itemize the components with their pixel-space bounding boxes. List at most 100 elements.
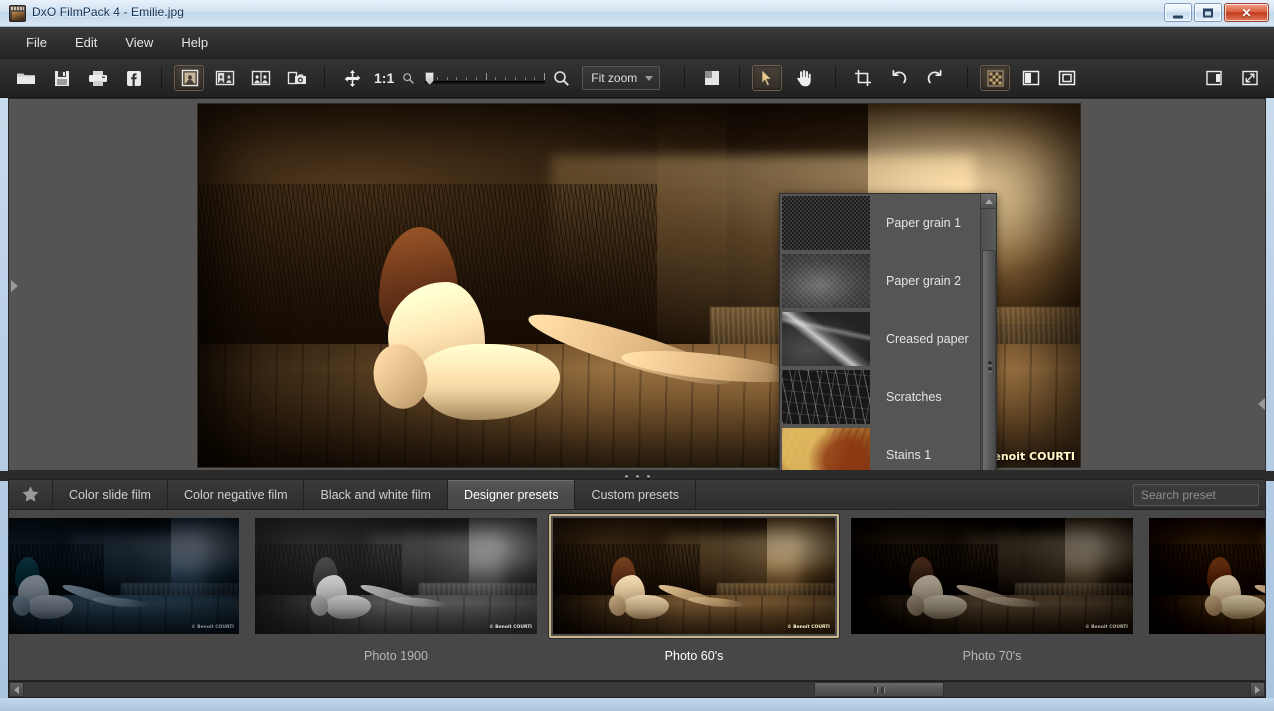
image-viewer[interactable]: © Benoit COURTI Paper grain 1 Paper grai… xyxy=(8,98,1266,471)
side-by-side-view-button[interactable] xyxy=(246,65,276,91)
preset-horizontal-scrollbar[interactable] xyxy=(8,681,1266,698)
texture-label: Stains 1 xyxy=(886,448,932,462)
texture-thumbnail-paper-grain-1[interactable] xyxy=(782,196,870,250)
preset-thumbnail[interactable]: © Benoit COURTI xyxy=(1149,518,1265,634)
border-button[interactable] xyxy=(1052,65,1082,91)
minimize-button[interactable] xyxy=(1164,3,1192,22)
texture-button[interactable] xyxy=(980,65,1011,91)
toolbar-group-zoom: 1:1 Fit zoom xyxy=(334,65,661,91)
texture-panel-scrollbar[interactable] xyxy=(980,194,996,470)
pointer-tool-button[interactable] xyxy=(752,65,783,91)
search-preset-input[interactable]: Search preset xyxy=(1133,484,1259,506)
texture-label: Creased paper xyxy=(886,332,969,346)
preset-frame[interactable]: © Benoit COURTI xyxy=(1145,514,1265,638)
menu-item-help[interactable]: Help xyxy=(167,30,222,55)
split-view-button[interactable] xyxy=(210,65,240,91)
preset-frame[interactable]: © Benoit COURTI xyxy=(251,514,541,638)
menu-item-edit[interactable]: Edit xyxy=(61,30,111,55)
export-button[interactable] xyxy=(1199,65,1229,91)
preset-thumbnail[interactable]: © Benoit COURTI xyxy=(553,518,835,634)
zoom-slider[interactable] xyxy=(425,68,546,88)
texture-label: Scratches xyxy=(886,390,942,404)
frame-button[interactable] xyxy=(1016,65,1046,91)
toolbar-group-transform xyxy=(845,65,953,91)
toolbar-group-right xyxy=(1196,65,1274,91)
print-button[interactable] xyxy=(83,65,113,91)
close-button[interactable]: ✕ xyxy=(1224,3,1269,22)
scrollbar-track[interactable] xyxy=(24,682,1250,697)
preset-label: Photo 60's xyxy=(664,649,724,663)
preset-thumbnail[interactable]: © Benoit COURTI xyxy=(851,518,1133,634)
right-panel-collapse-toggle[interactable] xyxy=(1256,395,1266,413)
texture-thumbnail-stains-1[interactable] xyxy=(782,428,870,470)
tab-designer-presets[interactable]: Designer presets xyxy=(447,480,576,509)
texture-list-item[interactable]: Creased paper xyxy=(780,310,982,368)
export-panel-icon xyxy=(1206,70,1222,86)
magnifier-small-icon xyxy=(402,72,415,85)
preset-frame[interactable]: © Benoit COURTI xyxy=(9,514,243,638)
texture-thumbnail-paper-grain-2[interactable] xyxy=(782,254,870,308)
rotate-left-button[interactable] xyxy=(884,65,914,91)
viewer-canvas: © Benoit COURTI Paper grain 1 Paper grai… xyxy=(9,99,1265,470)
fullscreen-button[interactable] xyxy=(1235,65,1265,91)
cursor-arrow-icon xyxy=(761,69,773,87)
window-bottom-border xyxy=(0,698,1274,711)
scroll-right-arrow-icon[interactable] xyxy=(1250,682,1265,697)
open-folder-button[interactable] xyxy=(11,65,41,91)
menu-item-file[interactable]: File xyxy=(12,30,61,55)
texture-list-item[interactable]: Paper grain 2 xyxy=(780,252,982,310)
tab-black-and-white-film[interactable]: Black and white film xyxy=(304,480,448,509)
pan-tool-button[interactable] xyxy=(337,65,367,91)
rotate-ccw-icon xyxy=(892,69,907,84)
chevron-left-icon xyxy=(1257,398,1265,410)
preset-watermark: © Benoit COURTI xyxy=(1085,625,1128,630)
toolbar-group-viewmodes xyxy=(171,65,315,91)
rotate-cw-icon xyxy=(927,69,942,84)
preset-item-selected[interactable]: © Benoit COURTI Photo 60's xyxy=(545,514,843,676)
tab-color-slide-film[interactable]: Color slide film xyxy=(53,480,168,509)
tab-color-negative-film[interactable]: Color negative film xyxy=(167,480,305,509)
texture-list: Paper grain 1 Paper grain 2 Creased pape… xyxy=(780,194,982,470)
rotate-right-button[interactable] xyxy=(920,65,950,91)
scroll-up-arrow-icon[interactable] xyxy=(981,194,996,209)
hand-tool-button[interactable] xyxy=(788,65,818,91)
preset-item[interactable]: © Benoit COURTI Poetic xyxy=(1141,514,1265,676)
texture-list-item[interactable]: Scratches xyxy=(780,368,982,426)
crop-tool-button[interactable] xyxy=(848,65,878,91)
texture-label: Paper grain 2 xyxy=(886,274,962,288)
maximize-button[interactable] xyxy=(1194,3,1222,22)
left-panel-collapse-toggle[interactable] xyxy=(9,277,19,295)
tab-custom-presets[interactable]: Custom presets xyxy=(575,480,696,509)
texture-thumbnail-scratches[interactable] xyxy=(782,370,870,424)
single-image-icon xyxy=(181,69,198,86)
preset-frame[interactable]: © Benoit COURTI xyxy=(549,514,839,638)
preset-item[interactable]: © Benoit COURTI Photo 70's xyxy=(843,514,1141,676)
toolbar-separator xyxy=(835,67,837,89)
fit-zoom-dropdown[interactable]: Fit zoom xyxy=(582,66,661,90)
export-panel-icon-button[interactable] xyxy=(697,65,727,91)
texture-list-item[interactable]: Paper grain 1 xyxy=(780,194,982,252)
scroll-left-arrow-icon[interactable] xyxy=(9,682,24,697)
border-box-icon xyxy=(1059,70,1076,86)
toolbar-separator xyxy=(684,67,686,89)
preset-item[interactable]: © Benoit COURTI Photo 1900 xyxy=(247,514,545,676)
snapshot-button[interactable] xyxy=(282,65,312,91)
menu-bar: File Edit View Help xyxy=(0,27,1274,59)
favorites-tab[interactable] xyxy=(9,480,53,509)
preset-strip[interactable]: © Benoit COURTI © Benoit COURTI Photo 19… xyxy=(8,509,1266,681)
save-button[interactable] xyxy=(47,65,77,91)
facebook-share-button[interactable] xyxy=(119,65,149,91)
texture-thumbnail-creased-paper[interactable] xyxy=(782,312,870,366)
preset-thumbnail[interactable]: © Benoit COURTI xyxy=(255,518,537,634)
preset-thumbnail[interactable]: © Benoit COURTI xyxy=(9,518,239,634)
preset-item[interactable]: © Benoit COURTI xyxy=(9,514,247,676)
scrollbar-thumb[interactable] xyxy=(814,682,944,697)
preset-watermark: © Benoit COURTI xyxy=(489,625,532,630)
scrollbar-thumb[interactable] xyxy=(982,250,996,470)
texture-dropdown-panel[interactable]: Paper grain 1 Paper grain 2 Creased pape… xyxy=(779,193,997,470)
preset-frame[interactable]: © Benoit COURTI xyxy=(847,514,1137,638)
toolbar-separator xyxy=(161,67,162,89)
texture-list-item[interactable]: Stains 1 xyxy=(780,426,982,470)
menu-item-view[interactable]: View xyxy=(111,30,167,55)
single-image-view-button[interactable] xyxy=(174,65,204,91)
